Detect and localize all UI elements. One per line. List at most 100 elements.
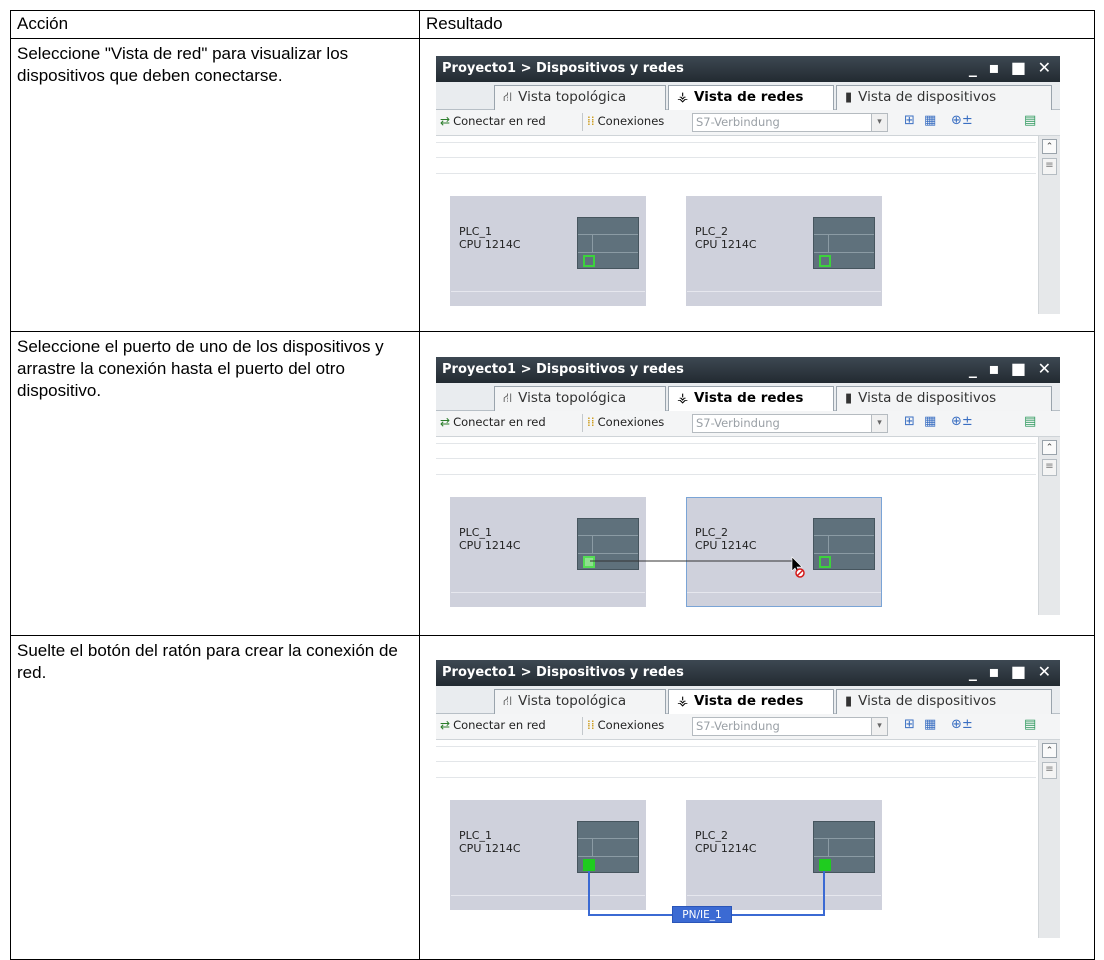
cpu-module (813, 518, 875, 570)
toolbar-separator (582, 113, 583, 131)
device-plc2[interactable]: PLC_2 CPU 1214C (686, 497, 882, 607)
window-controls[interactable]: _ ▪ ■ ✕ (969, 359, 1054, 378)
grid-icon[interactable]: ▦ (924, 414, 936, 429)
table-row: Seleccione "Vista de red" para visualiza… (10, 38, 1095, 332)
connection-type-select[interactable]: S7-Verbindung ▾ (692, 717, 888, 736)
connection-type-value: S7-Verbindung (696, 719, 780, 733)
device-icon: ▮ (845, 391, 853, 406)
module-divider (592, 235, 593, 252)
table-header-row: Acción Resultado (10, 10, 1095, 39)
zoom-icon[interactable]: ⊕± (951, 113, 973, 128)
connect-network-button[interactable]: ⇄ Conectar en red (440, 114, 546, 128)
grid-icon[interactable]: ▦ (924, 717, 936, 732)
overview-icon[interactable]: ▤ (1024, 717, 1036, 732)
grid-icon[interactable]: ▦ (924, 113, 936, 128)
network-label[interactable]: PN/IE_1 (672, 906, 732, 923)
connect-label: Conectar en red (453, 415, 546, 429)
zoom-icon[interactable]: ⊕± (951, 414, 973, 429)
tab-label: Vista de dispositivos (858, 693, 997, 709)
device-name: PLC_2 (695, 225, 728, 238)
device-plc2[interactable]: PLC_2 CPU 1214C (686, 800, 882, 910)
tab-device-view[interactable]: ▮ Vista de dispositivos (836, 85, 1052, 110)
device-icon: ▮ (845, 694, 853, 709)
device-plc1[interactable]: PLC_1 CPU 1214C (450, 497, 646, 607)
chevron-down-icon[interactable]: ▾ (871, 718, 887, 735)
device-plc1[interactable]: PLC_1 CPU 1214C (450, 800, 646, 910)
table-row: Seleccione el puerto de uno de los dispo… (10, 331, 1095, 636)
device-name: PLC_2 (695, 526, 728, 539)
connect-network-button[interactable]: ⇄ Conectar en red (440, 718, 546, 732)
connection-type-value: S7-Verbindung (696, 416, 780, 430)
profinet-port[interactable] (819, 859, 831, 871)
profinet-port[interactable] (819, 556, 831, 568)
highlight-icon[interactable]: ⊞ (904, 717, 915, 732)
tab-topology-view[interactable]: ⛙ Vista topológica (494, 689, 666, 714)
window-title: Proyecto1 > Dispositivos y redes (442, 665, 684, 680)
module-divider (828, 839, 829, 856)
connections-button[interactable]: ⁞⁞ Conexiones (587, 114, 664, 128)
tab-network-view[interactable]: ⚶ Vista de redes (668, 386, 834, 412)
device-plc1[interactable]: PLC_1 CPU 1214C (450, 196, 646, 306)
connect-icon: ⇄ (440, 415, 451, 429)
window-controls[interactable]: _ ▪ ■ ✕ (969, 662, 1054, 681)
scroll-up-icon[interactable]: ⌃ (1042, 743, 1057, 758)
action-cell: Seleccione el puerto de uno de los dispo… (10, 331, 420, 636)
canvas-grid (436, 443, 1036, 475)
vertical-scrollbar[interactable]: ⌃ ≡ (1038, 136, 1060, 314)
view-tabs: ⛙ Vista topológica ⚶ Vista de redes ▮ Vista… (436, 82, 1060, 111)
connection-type-value: S7-Verbindung (696, 115, 780, 129)
connect-network-button[interactable]: ⇄ Conectar en red (440, 415, 546, 429)
overview-icon[interactable]: ▤ (1024, 414, 1036, 429)
tab-network-view[interactable]: ⚶ Vista de redes (668, 85, 834, 111)
tab-device-view[interactable]: ▮ Vista de dispositivos (836, 386, 1052, 411)
device-cpu: CPU 1214C (695, 842, 757, 855)
scroll-up-icon[interactable]: ⌃ (1042, 139, 1057, 154)
scroll-thumb[interactable]: ≡ (1042, 459, 1057, 476)
profinet-port[interactable] (583, 255, 595, 267)
overview-icon[interactable]: ▤ (1024, 113, 1036, 128)
chevron-down-icon[interactable]: ▾ (871, 114, 887, 131)
network-canvas[interactable]: PLC_1 CPU 1214C PLC_2 CPU 1214C ⌃ ≡ (436, 437, 1060, 615)
cpu-module (577, 518, 639, 570)
vertical-scrollbar[interactable]: ⌃ ≡ (1038, 437, 1060, 615)
module-divider (592, 536, 593, 553)
profinet-port[interactable] (583, 556, 595, 568)
chevron-down-icon[interactable]: ▾ (871, 415, 887, 432)
zoom-icon[interactable]: ⊕± (951, 717, 973, 732)
toolbar-separator (582, 414, 583, 432)
canvas-grid (436, 746, 1036, 778)
vertical-scrollbar[interactable]: ⌃ ≡ (1038, 740, 1060, 938)
connection-type-select[interactable]: S7-Verbindung ▾ (692, 113, 888, 132)
scroll-thumb[interactable]: ≡ (1042, 158, 1057, 175)
profinet-port[interactable] (819, 255, 831, 267)
device-name: PLC_2 (695, 829, 728, 842)
topology-icon: ⛙ (503, 391, 513, 406)
tab-topology-view[interactable]: ⛙ Vista topológica (494, 386, 666, 411)
connection-type-select[interactable]: S7-Verbindung ▾ (692, 414, 888, 433)
scroll-thumb[interactable]: ≡ (1042, 762, 1057, 779)
tab-network-view[interactable]: ⚶ Vista de redes (668, 689, 834, 715)
window-controls[interactable]: _ ▪ ■ ✕ (969, 58, 1054, 77)
window-titlebar: Proyecto1 > Dispositivos y redes _ ▪ ■ ✕ (436, 56, 1060, 82)
highlight-icon[interactable]: ⊞ (904, 414, 915, 429)
highlight-icon[interactable]: ⊞ (904, 113, 915, 128)
profinet-port[interactable] (583, 859, 595, 871)
tab-device-view[interactable]: ▮ Vista de dispositivos (836, 689, 1052, 714)
view-tabs: ⛙ Vista topológica ⚶ Vista de redes ▮ Vista… (436, 686, 1060, 715)
network-canvas[interactable]: PLC_1 CPU 1214C PLC_2 CPU 1214C ⌃ ≡ (436, 136, 1060, 314)
header-result: Resultado (419, 10, 1095, 39)
connections-button[interactable]: ⁞⁞ Conexiones (587, 415, 664, 429)
connections-button[interactable]: ⁞⁞ Conexiones (587, 718, 664, 732)
device-name: PLC_1 (459, 829, 492, 842)
cpu-module (577, 821, 639, 873)
network-icon: ⚶ (677, 391, 689, 406)
tab-label: Vista de redes (694, 390, 804, 406)
tab-topology-view[interactable]: ⛙ Vista topológica (494, 85, 666, 110)
action-cell: Seleccione "Vista de red" para visualiza… (10, 38, 420, 332)
device-plc2[interactable]: PLC_2 CPU 1214C (686, 196, 882, 306)
action-text: Suelte el botón del ratón para crear la … (17, 641, 398, 682)
module-divider (828, 536, 829, 553)
network-canvas[interactable]: PLC_1 CPU 1214C PLC_2 CPU 1214C PN/IE_1 (436, 740, 1060, 938)
scroll-up-icon[interactable]: ⌃ (1042, 440, 1057, 455)
tia-window: Proyecto1 > Dispositivos y redes _ ▪ ■ ✕… (436, 56, 1060, 314)
